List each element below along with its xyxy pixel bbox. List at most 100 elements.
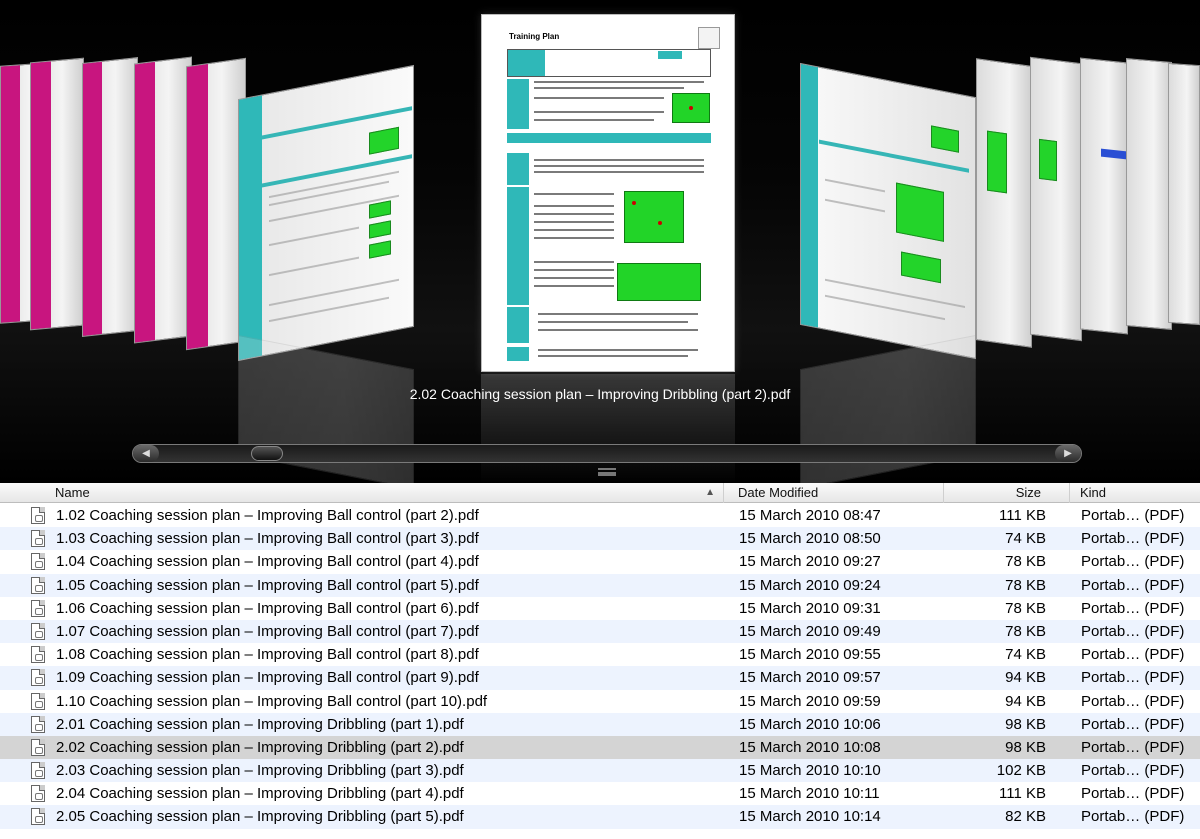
pdf-file-icon	[31, 530, 45, 548]
split-resize-grip[interactable]	[598, 468, 616, 476]
right-arrow-icon[interactable]: ▶	[1055, 445, 1081, 462]
file-name: 1.08 Coaching session plan – Improving B…	[56, 646, 479, 664]
file-name: 1.07 Coaching session plan – Improving B…	[56, 622, 479, 640]
file-name: 1.05 Coaching session plan – Improving B…	[56, 576, 479, 594]
column-header-date-modified[interactable]: Date Modified	[724, 483, 944, 503]
current-file-title: 2.02 Coaching session plan – Improving D…	[409, 386, 791, 402]
table-row[interactable]: 1.06 Coaching session plan – Improving B…	[0, 597, 1200, 620]
table-row[interactable]: 1.05 Coaching session plan – Improving B…	[0, 573, 1200, 597]
cover-page-right-3[interactable]	[1080, 57, 1129, 335]
pdf-file-icon	[31, 599, 45, 617]
file-list[interactable]: Name ▲ Date Modified Size Kind 1.02 Coac…	[0, 483, 1200, 839]
cover-page-right-0[interactable]	[800, 62, 976, 360]
file-name: 1.02 Coaching session plan – Improving B…	[56, 507, 479, 524]
pdf-file-icon	[31, 576, 45, 594]
cover-page-left-0[interactable]	[238, 64, 414, 362]
date-modified: 15 March 2010 09:57	[739, 669, 881, 687]
file-kind: Portab… (PDF)	[1081, 622, 1185, 640]
file-name: 1.10 Coaching session plan – Improving B…	[56, 692, 488, 710]
date-modified: 15 March 2010 09:49	[739, 622, 881, 640]
date-modified: 15 March 2010 09:59	[739, 692, 881, 710]
file-size: 98 KB	[1005, 715, 1046, 733]
file-size: 102 KB	[996, 762, 1046, 780]
cover-page-left-2[interactable]	[134, 56, 192, 344]
table-row[interactable]: 1.08 Coaching session plan – Improving B…	[0, 643, 1200, 666]
file-size: 78 KB	[1005, 599, 1046, 617]
column-header-size[interactable]: Size	[944, 483, 1070, 503]
table-row[interactable]: 2.01 Coaching session plan – Improving D…	[0, 712, 1200, 736]
pdf-file-icon	[31, 715, 45, 733]
cover-page-left-3[interactable]	[82, 57, 138, 337]
file-kind: Portab… (PDF)	[1081, 646, 1185, 664]
file-kind: Portab… (PDF)	[1081, 669, 1185, 687]
pdf-file-icon	[31, 669, 45, 687]
scroll-thumb[interactable]	[251, 446, 283, 461]
date-modified: 15 March 2010 09:55	[739, 646, 881, 664]
date-modified: 15 March 2010 10:14	[739, 808, 881, 826]
current-document-preview[interactable]: Training Plan	[481, 14, 735, 372]
pdf-file-icon	[31, 808, 45, 826]
cover-page-right-1[interactable]	[976, 58, 1032, 348]
table-row[interactable]: 2.03 Coaching session plan – Improving D…	[0, 759, 1200, 783]
file-name: 1.06 Coaching session plan – Improving B…	[56, 599, 479, 617]
cover-flow-scrollbar[interactable]: ◀ ▶	[132, 444, 1082, 463]
file-size: 82 KB	[1005, 808, 1046, 826]
table-row[interactable]: 1.03 Coaching session plan – Improving B…	[0, 527, 1200, 551]
table-row[interactable]: 2.05 Coaching session plan – Improving D…	[0, 805, 1200, 829]
file-size: 78 KB	[1005, 553, 1046, 571]
file-kind: Portab… (PDF)	[1081, 738, 1185, 756]
left-arrow-icon[interactable]: ◀	[133, 445, 159, 462]
file-kind: Portab… (PDF)	[1081, 507, 1185, 524]
list-header: Name ▲ Date Modified Size Kind	[0, 483, 1200, 503]
pdf-file-icon	[31, 738, 45, 756]
cover-page-left-4[interactable]	[30, 57, 84, 331]
table-row[interactable]: 1.09 Coaching session plan – Improving B…	[0, 666, 1200, 690]
date-modified: 15 March 2010 08:47	[739, 507, 881, 524]
cover-page-left-1[interactable]	[186, 57, 246, 351]
pdf-file-icon	[31, 507, 45, 524]
file-kind: Portab… (PDF)	[1081, 715, 1185, 733]
file-size: 98 KB	[1005, 738, 1046, 756]
pdf-file-icon	[31, 785, 45, 803]
column-header-kind[interactable]: Kind	[1070, 483, 1200, 503]
date-modified: 15 March 2010 09:27	[739, 553, 881, 571]
column-header-name[interactable]: Name ▲	[0, 483, 724, 503]
date-modified: 15 March 2010 10:08	[739, 738, 881, 756]
file-name: 2.04 Coaching session plan – Improving D…	[56, 785, 464, 803]
date-modified: 15 March 2010 10:10	[739, 762, 881, 780]
pdf-file-icon	[31, 622, 45, 640]
file-size: 74 KB	[1005, 530, 1046, 548]
cover-page-right-2[interactable]	[1030, 56, 1082, 342]
file-name: 1.09 Coaching session plan – Improving B…	[56, 669, 479, 687]
table-row[interactable]: 1.07 Coaching session plan – Improving B…	[0, 619, 1200, 644]
file-size: 78 KB	[1005, 576, 1046, 594]
file-kind: Portab… (PDF)	[1081, 785, 1185, 803]
table-row[interactable]: 1.04 Coaching session plan – Improving B…	[0, 550, 1200, 573]
date-modified: 15 March 2010 10:11	[739, 785, 880, 803]
file-size: 111 KB	[999, 507, 1046, 524]
file-size: 78 KB	[1005, 622, 1046, 640]
file-name: 1.04 Coaching session plan – Improving B…	[56, 553, 479, 571]
file-kind: Portab… (PDF)	[1081, 599, 1185, 617]
date-modified: 15 March 2010 08:50	[739, 530, 881, 548]
file-kind: Portab… (PDF)	[1081, 692, 1185, 710]
column-header-name-label: Name	[55, 485, 90, 500]
pdf-file-icon	[31, 762, 45, 780]
file-name: 1.03 Coaching session plan – Improving B…	[56, 530, 479, 548]
date-modified: 15 March 2010 09:31	[739, 599, 881, 617]
pdf-file-icon	[31, 646, 45, 664]
cover-page-right-5[interactable]	[1168, 62, 1200, 326]
table-row[interactable]: 2.02 Coaching session plan – Improving D…	[0, 735, 1200, 760]
file-size: 111 KB	[999, 785, 1046, 803]
file-kind: Portab… (PDF)	[1081, 553, 1185, 571]
file-name: 2.05 Coaching session plan – Improving D…	[56, 808, 464, 826]
table-row[interactable]: 1.10 Coaching session plan – Improving B…	[0, 690, 1200, 713]
date-modified: 15 March 2010 09:24	[739, 576, 881, 594]
file-kind: Portab… (PDF)	[1081, 808, 1185, 826]
table-row[interactable]: 1.02 Coaching session plan – Improving B…	[0, 504, 1200, 527]
file-name: 2.02 Coaching session plan – Improving D…	[56, 738, 464, 756]
table-row[interactable]: 2.04 Coaching session plan – Improving D…	[0, 782, 1200, 805]
cover-flow-view[interactable]: Training Plan 2.02 Coaching session plan…	[0, 0, 1200, 483]
cover-page-right-4[interactable]	[1126, 57, 1172, 331]
file-name: 2.01 Coaching session plan – Improving D…	[56, 715, 464, 733]
